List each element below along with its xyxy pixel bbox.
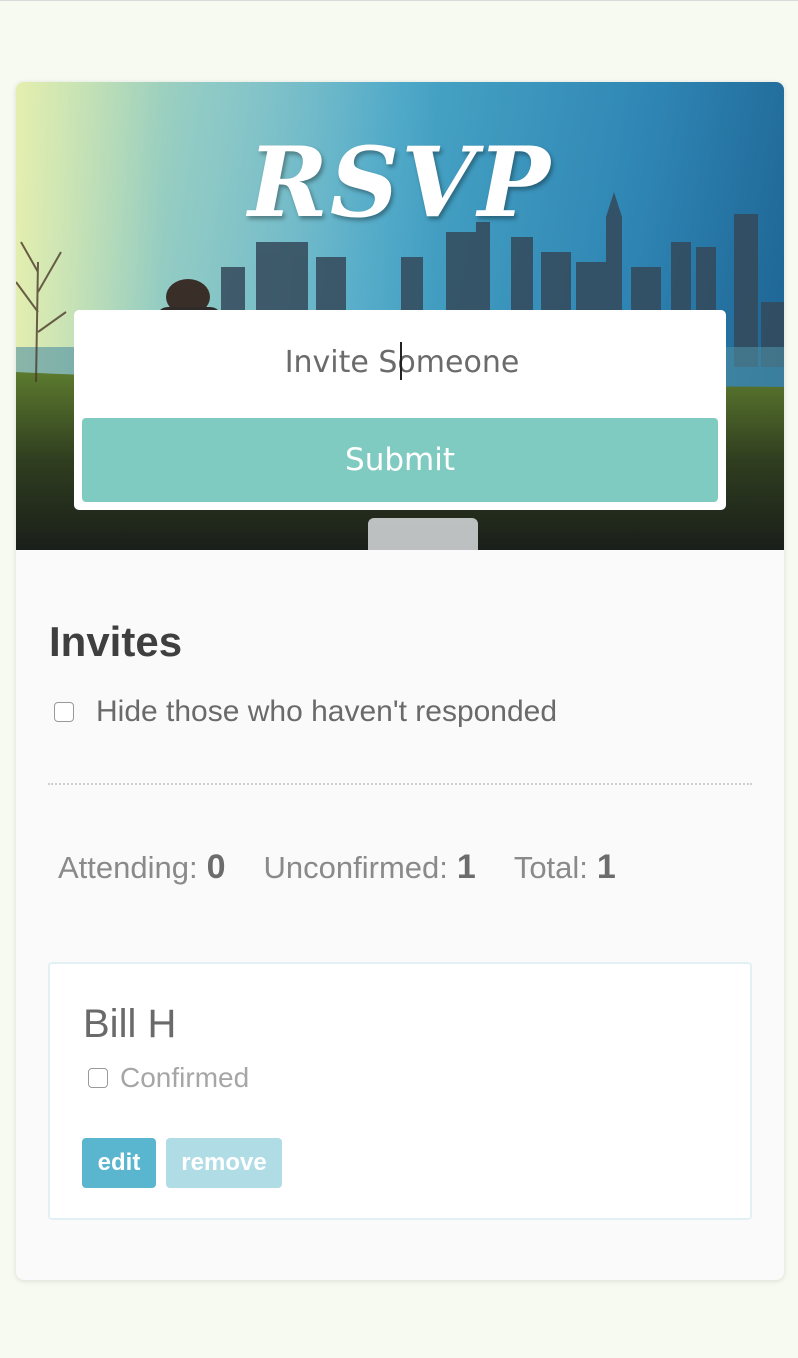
unconfirmed-stat: Unconfirmed: 1 [264,848,476,887]
attending-stat: Attending: 0 [58,848,226,887]
total-label: Total: [513,849,588,885]
confirmed-label[interactable]: Confirmed [120,1062,249,1094]
confirmed-toggle[interactable]: Confirmed [88,1060,249,1096]
total-count: 1 [596,847,616,886]
invites-heading: Invites [49,618,183,665]
total-stat: Total: 1 [514,848,616,887]
attending-label: Attending: [58,849,198,885]
guest-card: Bill H Confirmed edit remove [48,962,752,1220]
confirmed-checkbox[interactable] [88,1068,108,1088]
attending-count: 0 [206,847,226,886]
text-caret [400,342,402,380]
header-banner: RSVP Submit [16,82,784,550]
unconfirmed-count: 1 [456,847,476,886]
hide-unresponded-filter[interactable]: Hide those who haven't responded [54,692,557,732]
remove-button[interactable]: remove [166,1138,282,1188]
edit-button[interactable]: edit [82,1138,156,1188]
rsvp-app-card: RSVP Submit Invites Hide those who haven… [16,82,784,1280]
rsvp-logo: RSVP [248,126,552,239]
invite-form: Submit [74,310,726,510]
dotted-divider [48,783,752,785]
hide-unresponded-label[interactable]: Hide those who haven't responded [96,695,557,729]
unconfirmed-label: Unconfirmed: [263,849,448,885]
invite-input[interactable] [82,320,722,404]
hide-unresponded-checkbox[interactable] [54,702,74,722]
guest-name: Bill H [83,1002,177,1046]
rsvp-counter: Attending: 0 Unconfirmed: 1 Total: 1 [58,844,654,890]
submit-button[interactable]: Submit [82,418,718,502]
top-border [0,0,798,1]
